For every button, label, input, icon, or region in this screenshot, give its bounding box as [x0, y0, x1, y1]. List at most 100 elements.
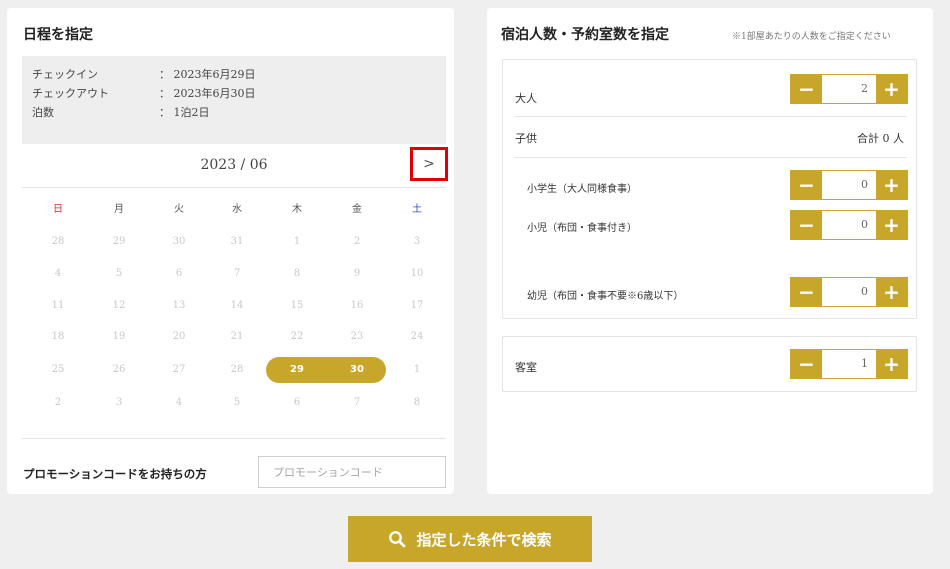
search-button[interactable]: 指定した条件で検索	[348, 516, 592, 562]
infant-plus-button[interactable]: +	[876, 278, 907, 306]
calendar-day[interactable]: 3	[99, 393, 139, 413]
calendar-day[interactable]: 1	[397, 360, 437, 380]
calendar-day[interactable]: 4	[159, 393, 199, 413]
calendar-day[interactable]: 3	[397, 232, 437, 252]
search-button-label: 指定した条件で検索	[416, 530, 552, 549]
calendar-day[interactable]: 31	[217, 232, 257, 252]
calendar-day[interactable]: 5	[99, 264, 139, 284]
calendar-day[interactable]: 6	[159, 264, 199, 284]
divider	[22, 438, 446, 439]
calendar-day[interactable]: 28	[217, 360, 257, 380]
weekday-header: 日	[53, 204, 63, 215]
weekday-header: 土	[412, 204, 422, 215]
nights-label: 泊数	[32, 105, 54, 119]
calendar-day[interactable]: 26	[99, 360, 139, 380]
calendar-day[interactable]: 21	[217, 327, 257, 347]
calendar-day[interactable]: 15	[277, 296, 317, 316]
adult-value[interactable]: 2	[822, 75, 876, 103]
infant-value[interactable]: 0	[822, 278, 876, 306]
search-icon	[389, 531, 406, 548]
calendar-day[interactable]: 10	[397, 264, 437, 284]
kid-plus-button[interactable]: +	[876, 211, 907, 239]
calendar-day[interactable]: 17	[397, 296, 437, 316]
nights-value: ： 1泊2日	[159, 105, 210, 119]
calendar-day[interactable]: 13	[159, 296, 199, 316]
child-total: 合計 0 人	[857, 132, 904, 145]
kid-value[interactable]: 0	[822, 211, 876, 239]
checkout-label: チェックアウト	[32, 86, 109, 100]
guests-title: 宿泊人数・予約室数を指定	[501, 27, 669, 43]
elementary-minus-button[interactable]: −	[791, 171, 822, 199]
calendar-day[interactable]: 1	[277, 232, 317, 252]
kid-label: 小児（布団・食事付き）	[527, 223, 637, 234]
infant-label: 幼児（布団・食事不要※6歳以下）	[527, 291, 684, 302]
calendar-day[interactable]: 28	[38, 232, 78, 252]
calendar-day[interactable]: 4	[38, 264, 78, 284]
room-plus-button[interactable]: +	[876, 350, 907, 378]
guests-note: ※1部屋あたりの人数をご指定ください	[732, 32, 891, 42]
calendar-day[interactable]: 16	[337, 296, 377, 316]
calendar-day[interactable]: 14	[217, 296, 257, 316]
room-stepper: − 1 +	[790, 349, 908, 379]
infant-minus-button[interactable]: −	[791, 278, 822, 306]
calendar-day[interactable]: 30	[159, 232, 199, 252]
elementary-label: 小学生（大人同様食事）	[527, 184, 637, 195]
room-minus-button[interactable]: −	[791, 350, 822, 378]
kid-minus-button[interactable]: −	[791, 211, 822, 239]
schedule-panel: 日程を指定 チェックイン ： 2023年6月29日 チェックアウト ： 2023…	[7, 8, 454, 494]
calendar-day[interactable]: 2	[38, 393, 78, 413]
calendar-day[interactable]: 9	[337, 264, 377, 284]
calendar-day[interactable]: 5	[217, 393, 257, 413]
calendar-day[interactable]: 20	[159, 327, 199, 347]
stay-summary: チェックイン ： 2023年6月29日 チェックアウト ： 2023年6月30日…	[22, 56, 446, 144]
calendar-day[interactable]: 8	[277, 264, 317, 284]
calendar-day[interactable]: 29	[277, 360, 317, 380]
adult-label: 大人	[515, 92, 537, 105]
adult-plus-button[interactable]: +	[876, 75, 907, 103]
calendar-day[interactable]: 24	[397, 327, 437, 347]
room-count-box: 客室 − 1 +	[502, 336, 917, 392]
weekday-header: 月	[114, 204, 124, 215]
checkin-label: チェックイン	[32, 67, 98, 81]
calendar-day[interactable]: 7	[337, 393, 377, 413]
promo-code-input[interactable]	[258, 456, 446, 488]
calendar-day[interactable]: 30	[337, 360, 377, 380]
calendar-day[interactable]: 19	[99, 327, 139, 347]
weekday-header: 水	[232, 204, 242, 215]
room-label: 客室	[515, 361, 537, 374]
calendar-day[interactable]: 7	[217, 264, 257, 284]
calendar-day[interactable]: 6	[277, 393, 317, 413]
calendar-day[interactable]: 22	[277, 327, 317, 347]
calendar-day[interactable]: 8	[397, 393, 437, 413]
guest-count-box: 大人 − 2 + 子供 合計 0 人 小学生（大人同様食事） − 0 + 小児（…	[502, 59, 917, 319]
guests-panel: 宿泊人数・予約室数を指定 ※1部屋あたりの人数をご指定ください 大人 − 2 +…	[487, 8, 933, 494]
adult-stepper: − 2 +	[790, 74, 908, 104]
weekday-header: 金	[352, 204, 362, 215]
calendar-month-label: 2023 / 06	[200, 157, 268, 173]
calendar-weekdays: 日月火水木金土	[22, 192, 446, 222]
calendar-day[interactable]: 29	[99, 232, 139, 252]
calendar-header: 2023 / 06 >	[22, 144, 448, 188]
promo-label: プロモーションコードをお持ちの方	[23, 467, 207, 481]
elementary-plus-button[interactable]: +	[876, 171, 907, 199]
calendar-day[interactable]: 12	[99, 296, 139, 316]
calendar-day[interactable]: 23	[337, 327, 377, 347]
weekday-header: 火	[174, 204, 184, 215]
calendar-day[interactable]: 27	[159, 360, 199, 380]
elementary-value[interactable]: 0	[822, 171, 876, 199]
elementary-stepper: − 0 +	[790, 170, 908, 200]
next-month-button[interactable]: >	[410, 147, 448, 181]
checkin-value: ： 2023年6月29日	[159, 67, 256, 81]
calendar-day[interactable]: 18	[38, 327, 78, 347]
checkout-value: ： 2023年6月30日	[159, 86, 256, 100]
calendar-day[interactable]: 2	[337, 232, 377, 252]
divider	[515, 116, 907, 117]
room-value[interactable]: 1	[822, 350, 876, 378]
calendar-day[interactable]: 11	[38, 296, 78, 316]
weekday-header: 木	[292, 204, 302, 215]
schedule-title: 日程を指定	[23, 27, 93, 43]
calendar-days: 28 29 30 31 1 2 3 4 5 6 7 8 9 10 11 12 13 14 15 16 17 18 19 20 2…	[22, 224, 446, 420]
chevron-right-icon: >	[423, 156, 435, 172]
calendar-day[interactable]: 25	[38, 360, 78, 380]
adult-minus-button[interactable]: −	[791, 75, 822, 103]
